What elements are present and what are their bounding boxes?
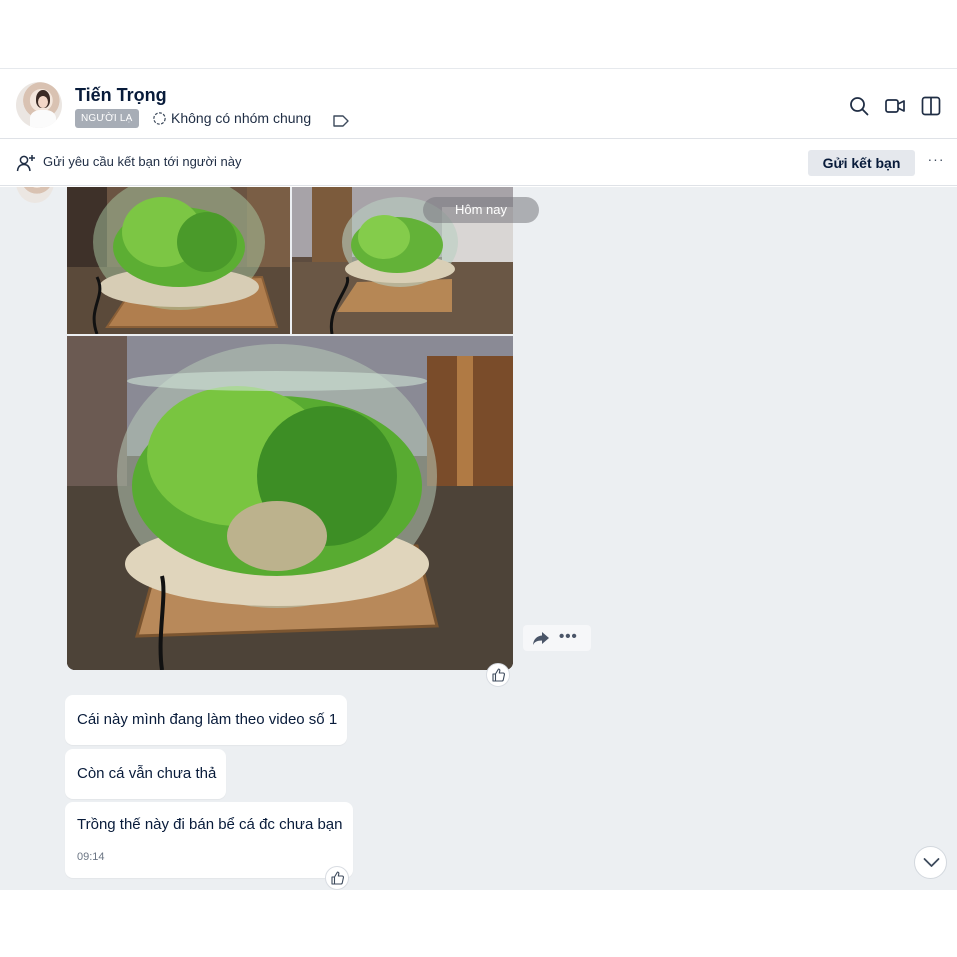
reaction-button[interactable] <box>325 866 349 890</box>
label-tag-icon[interactable] <box>332 114 350 128</box>
contact-avatar[interactable] <box>16 82 62 128</box>
chevron-down-icon <box>923 858 940 867</box>
video-call-icon[interactable] <box>884 95 906 117</box>
share-icon[interactable] <box>532 630 550 646</box>
top-margin <box>0 0 957 68</box>
scroll-to-bottom-button[interactable] <box>914 846 947 879</box>
thumbs-up-icon <box>331 871 344 885</box>
reaction-button[interactable] <box>486 663 510 687</box>
message-timestamp: 09:14 <box>77 851 105 863</box>
group-icon <box>153 111 166 125</box>
bottom-margin <box>0 890 957 957</box>
sidebar-toggle-icon[interactable] <box>920 95 942 117</box>
message-bubble[interactable]: Cái này mình đang làm theo video số 1 <box>65 695 347 745</box>
add-friend-icon <box>16 155 35 172</box>
common-groups-label: Không có nhóm chung <box>171 110 312 126</box>
send-friend-request-button[interactable]: Gửi kết bạn <box>808 150 915 176</box>
common-groups-info[interactable]: Không có nhóm chung <box>152 110 311 126</box>
message-actions: ••• <box>523 625 591 651</box>
sender-avatar[interactable] <box>16 187 54 203</box>
contact-name[interactable]: Tiến Trọng <box>75 85 167 106</box>
aquarium-photo-3[interactable] <box>67 336 513 670</box>
message-text: Còn cá vẫn chưa thả <box>77 765 217 782</box>
friend-request-text: Gửi yêu cầu kết bạn tới người này <box>43 154 242 169</box>
stranger-badge: NGƯỜI LẠ <box>75 109 139 128</box>
more-options-button[interactable]: ··· <box>926 151 946 171</box>
thumbs-up-icon <box>492 668 505 682</box>
friend-request-bar: Gửi yêu cầu kết bạn tới người này Gửi kế… <box>0 139 957 186</box>
message-bubble[interactable]: Còn cá vẫn chưa thả <box>65 749 226 799</box>
message-text: Cái này mình đang làm theo video số 1 <box>77 711 338 728</box>
message-list[interactable]: Hôm nay ••• Cái này mình đang làm theo v… <box>0 187 957 890</box>
search-icon[interactable] <box>848 95 870 117</box>
date-separator: Hôm nay <box>423 197 539 223</box>
more-icon[interactable]: ••• <box>559 628 578 645</box>
conversation-header: Tiến Trọng NGƯỜI LẠ Không có nhóm chung <box>0 68 957 139</box>
message-bubble[interactable]: Trồng thế này đi bán bể cá đc chưa bạn 0… <box>65 802 353 878</box>
message-text: Trồng thế này đi bán bể cá đc chưa bạn <box>77 816 343 833</box>
aquarium-photo-1[interactable] <box>67 187 290 334</box>
